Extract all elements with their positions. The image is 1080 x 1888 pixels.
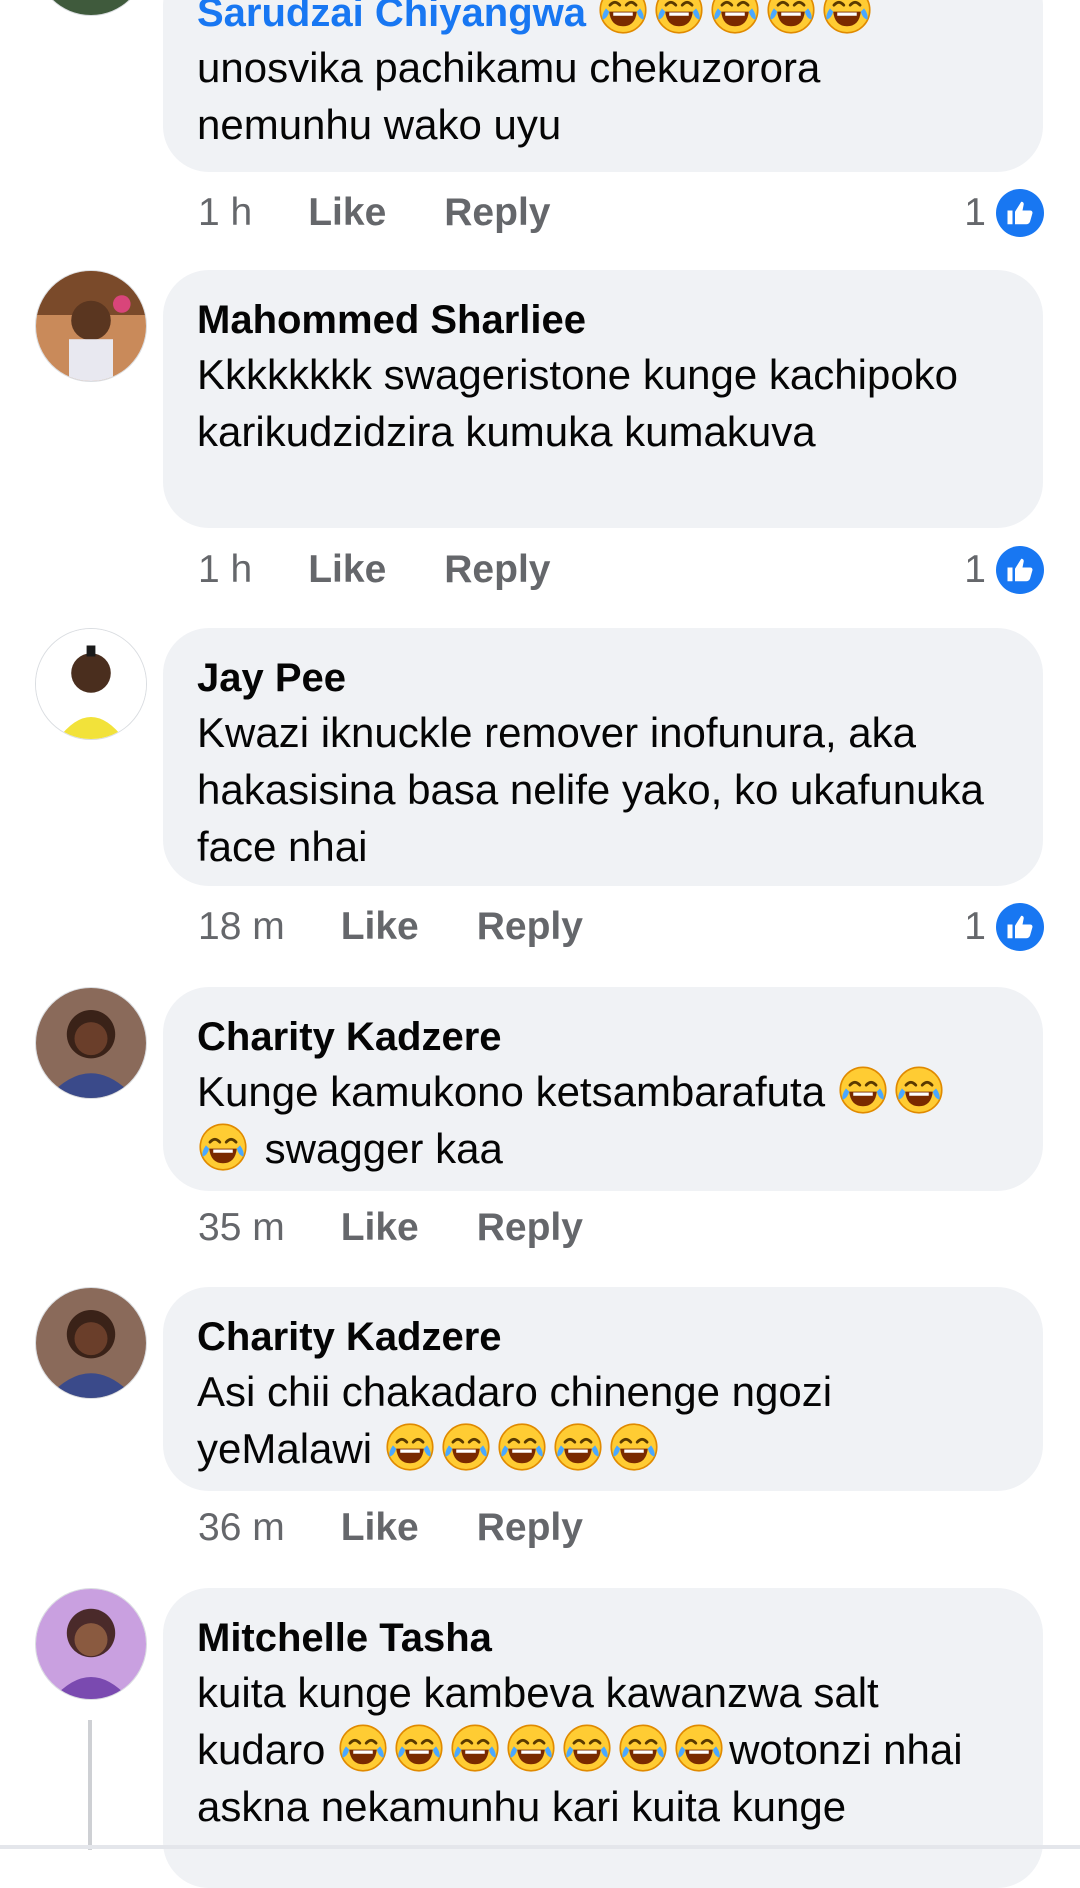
comment-text: Kunge kamukono ketsambarafuta swagger ka…: [197, 1063, 1007, 1177]
emoji-icon: [597, 0, 649, 36]
comment-time[interactable]: 35 m: [198, 1206, 285, 1250]
emoji-icon: [821, 0, 873, 36]
comment-author[interactable]: Mitchelle Tasha: [197, 1612, 1007, 1664]
comment-time[interactable]: 18 m: [198, 905, 285, 949]
comment-text: kuita kunge kambeva kawanzwa salt kudaro…: [197, 1669, 963, 1830]
comment-text: unosvika pachikamu chekuzorora nemunhu w…: [197, 44, 821, 148]
avatar[interactable]: [35, 270, 147, 382]
avatar[interactable]: [35, 0, 147, 16]
emoji-icon: [337, 1722, 389, 1774]
emoji-icon: [393, 1722, 445, 1774]
comment-time[interactable]: 36 m: [198, 1506, 285, 1550]
reply-button[interactable]: Reply: [444, 548, 550, 592]
emoji-icon: [608, 1421, 660, 1473]
reaction-count-value: 1: [964, 191, 986, 234]
reply-button[interactable]: Reply: [477, 1506, 583, 1550]
comment-actions: 1 h Like Reply: [198, 183, 550, 243]
reply-button[interactable]: Reply: [477, 1206, 583, 1250]
emoji-icon: [709, 0, 761, 36]
avatar[interactable]: [35, 987, 147, 1099]
emoji-icon: [765, 0, 817, 36]
thumbs-up-icon: [996, 189, 1044, 237]
reply-button[interactable]: Reply: [444, 191, 550, 235]
comment-text: Kkkkkkkk swageristone kunge kachipoko ka…: [197, 351, 959, 455]
thumbs-up-icon: [996, 903, 1044, 951]
reaction-count[interactable]: 1: [964, 897, 1044, 957]
comment-actions: 1 h Like Reply: [198, 540, 550, 600]
comment-bubble: Charity Kadzere Kunge kamukono ketsambar…: [163, 987, 1043, 1191]
avatar[interactable]: [35, 1588, 147, 1700]
comment-bubble: Sarudzai Chiyangwa unosvika pachikamu ch…: [163, 0, 1043, 172]
emoji-icon: [673, 1722, 725, 1774]
emoji-icon: [552, 1421, 604, 1473]
comment-bubble: Mahommed Sharliee Kkkkkkkk swageristone …: [163, 270, 1043, 528]
reaction-count-value: 1: [964, 548, 986, 591]
comment-bubble: Jay Pee Kwazi iknuckle remover inofunura…: [163, 628, 1043, 886]
emoji-icon: [496, 1421, 548, 1473]
reply-thread-line: [88, 1720, 92, 1850]
like-button[interactable]: Like: [341, 905, 419, 949]
comment-bubble: Mitchelle Tasha kuita kunge kambeva kawa…: [163, 1588, 1043, 1888]
like-button[interactable]: Like: [341, 1506, 419, 1550]
emoji-icon: [505, 1722, 557, 1774]
comment-time[interactable]: 1 h: [198, 191, 252, 235]
like-button[interactable]: Like: [308, 191, 386, 235]
avatar[interactable]: [35, 1287, 147, 1399]
emoji-icon: [384, 1421, 436, 1473]
comment-author[interactable]: Charity Kadzere: [197, 1011, 1007, 1063]
reaction-count-value: 1: [964, 905, 986, 948]
comment-author[interactable]: Jay Pee: [197, 652, 1007, 704]
comment-author[interactable]: Mahommed Sharliee: [197, 294, 1007, 346]
bottom-edge: [0, 1845, 1080, 1849]
reply-button[interactable]: Reply: [477, 905, 583, 949]
comment-actions: 36 m Like Reply: [198, 1498, 583, 1558]
comment-actions: 35 m Like Reply: [198, 1198, 583, 1258]
emoji-icon: [197, 1121, 249, 1173]
avatar[interactable]: [35, 628, 147, 740]
emoji-icon: [561, 1722, 613, 1774]
comment-text: Asi chii chakadaro chinenge ngozi yeMala…: [197, 1368, 833, 1473]
comment-actions: 18 m Like Reply: [198, 897, 583, 957]
emoji-icon: [837, 1064, 889, 1116]
like-button[interactable]: Like: [341, 1206, 419, 1250]
comment-author[interactable]: Sarudzai Chiyangwa: [197, 0, 1007, 39]
comment-text: Kwazi iknuckle remover inofunura, aka ha…: [197, 709, 984, 870]
thumbs-up-icon: [996, 546, 1044, 594]
emoji-icon: [440, 1421, 492, 1473]
comment-author[interactable]: Charity Kadzere: [197, 1311, 1007, 1363]
emoji-icon: [893, 1064, 945, 1116]
emoji-icon: [617, 1722, 669, 1774]
like-button[interactable]: Like: [308, 548, 386, 592]
reaction-count[interactable]: 1: [964, 540, 1044, 600]
reaction-count[interactable]: 1: [964, 183, 1044, 243]
comment-time[interactable]: 1 h: [198, 548, 252, 592]
comment-bubble: Charity Kadzere Asi chii chakadaro chine…: [163, 1287, 1043, 1491]
emoji-icon: [449, 1722, 501, 1774]
emoji-icon: [653, 0, 705, 36]
